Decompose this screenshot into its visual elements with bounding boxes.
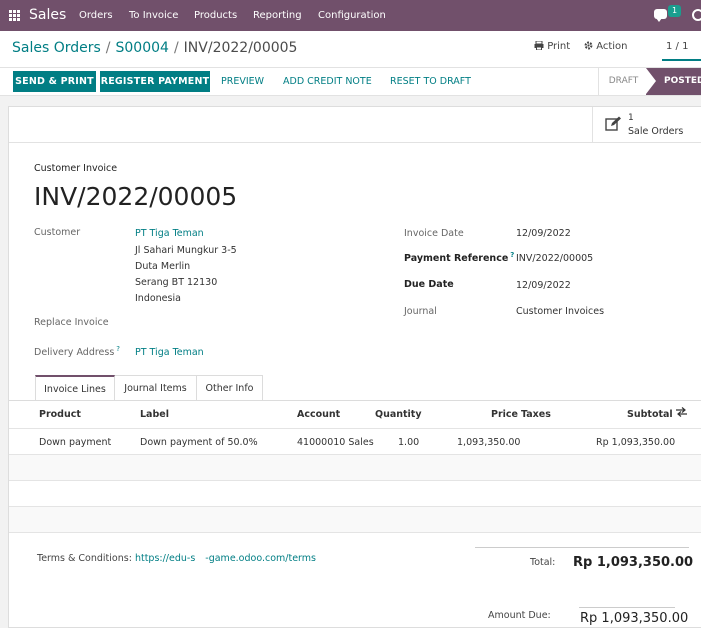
customer-label: Customer — [34, 227, 81, 238]
terms-link-part-1[interactable]: https://edu-s — [135, 553, 195, 564]
terms-link-part-2[interactable]: -game.odoo.com/terms — [205, 553, 316, 564]
column-price[interactable]: Price — [491, 409, 518, 420]
tab-invoice-lines[interactable]: Invoice Lines — [35, 375, 115, 401]
column-product[interactable]: Product — [39, 409, 81, 420]
menu-configuration[interactable]: Configuration — [318, 10, 386, 21]
help-icon[interactable]: ? — [510, 251, 514, 259]
print-icon — [534, 40, 544, 51]
action-label: Action — [596, 41, 628, 52]
invoice-number: INV/2022/00005 — [34, 182, 238, 211]
replace-invoice-label: Replace Invoice — [34, 317, 109, 328]
payment-reference-label-text: Payment Reference — [404, 253, 509, 265]
terms-conditions: Terms & Conditions: https://edu-s -game.o… — [37, 553, 316, 564]
address-line-3: Serang BT 12130 — [135, 277, 218, 288]
stage-posted: POSTED — [646, 68, 701, 95]
smart-button-label: Sale Orders — [628, 126, 684, 137]
row-quantity[interactable]: 1.00 — [398, 437, 419, 448]
journal-label: Journal — [404, 306, 437, 317]
control-panel: Sales Orders / S00004/INV/2022/00005 Print… — [0, 31, 701, 68]
reset-to-draft-button[interactable]: RESET TO DRAFT — [390, 71, 471, 92]
total-divider — [475, 547, 689, 548]
row-price[interactable]: 1,093,350.00 — [457, 437, 520, 448]
add-credit-note-button[interactable]: ADD CREDIT NOTE — [283, 71, 372, 92]
status-bar: SEND & PRINT REGISTER PAYMENT PREVIEW AD… — [0, 68, 701, 96]
column-subtotal[interactable]: Subtotal — [627, 409, 673, 420]
invoice-sheet: 1 Sale Orders Customer Invoice INV/2022/… — [8, 106, 701, 628]
action-button[interactable]: Action — [584, 41, 628, 52]
row-product[interactable]: Down payment — [39, 437, 111, 448]
row-label[interactable]: Down payment of 50.0% — [140, 437, 258, 448]
delivery-address-label: Delivery Address? — [34, 345, 120, 358]
chat-icon[interactable] — [654, 9, 667, 22]
menu-orders[interactable]: Orders — [79, 10, 113, 21]
empty-row — [9, 455, 701, 480]
smart-button-count: 1 — [628, 113, 634, 123]
menu-to-invoice[interactable]: To Invoice — [129, 10, 178, 21]
help-icon[interactable]: ? — [116, 345, 120, 353]
amount-due-divider — [579, 607, 675, 608]
amount-due-value: Rp 1,093,350.00 — [580, 611, 689, 626]
gear-icon — [584, 41, 593, 50]
tab-journal-items[interactable]: Journal Items — [115, 375, 197, 401]
table-row-divider — [9, 480, 701, 481]
sale-orders-smart-button[interactable]: 1 Sale Orders — [592, 107, 701, 142]
address-line-2: Duta Merlin — [135, 261, 191, 272]
tab-other-info[interactable]: Other Info — [197, 375, 263, 401]
due-date-value[interactable]: 12/09/2022 — [516, 280, 571, 291]
total-value: Rp 1,093,350.00 — [573, 555, 694, 570]
delivery-address-label-text: Delivery Address — [34, 347, 115, 359]
invoice-date-value[interactable]: 12/09/2022 — [516, 228, 571, 239]
row-subtotal: Rp 1,093,350.00 — [596, 437, 676, 448]
empty-row — [9, 507, 701, 532]
app-brand[interactable]: Sales — [29, 7, 66, 23]
column-taxes[interactable]: Taxes — [521, 409, 551, 420]
payment-reference-label: Payment Reference? — [404, 251, 514, 264]
address-line-1: Jl Sahari Mungkur 3-5 — [135, 245, 237, 256]
customer-link[interactable]: PT Tiga Teman — [135, 228, 204, 239]
address-line-4: Indonesia — [135, 293, 181, 304]
print-button[interactable]: Print — [534, 40, 571, 52]
preview-button[interactable]: PREVIEW — [221, 71, 264, 92]
invoice-date-label: Invoice Date — [404, 228, 464, 239]
breadcrumb-separator: / — [173, 40, 179, 56]
amount-due-label: Amount Due: — [488, 610, 551, 621]
print-label: Print — [547, 41, 571, 52]
breadcrumb-separator: / — [105, 40, 111, 56]
column-quantity[interactable]: Quantity — [375, 409, 422, 420]
app-menu-icon[interactable] — [9, 10, 20, 21]
tab-underline — [9, 400, 701, 401]
column-label[interactable]: Label — [140, 409, 169, 420]
total-label: Total: — [530, 557, 556, 568]
due-date-label: Due Date — [404, 279, 454, 290]
terms-label: Terms & Conditions: — [37, 553, 132, 564]
send-print-button[interactable]: SEND & PRINT — [13, 71, 96, 92]
breadcrumb-current: INV/2022/00005 — [183, 40, 298, 56]
stage-posted-label: POSTED — [664, 76, 701, 86]
chat-count-badge: 1 — [668, 5, 681, 17]
breadcrumb: Sales Orders / S00004/INV/2022/00005 — [12, 40, 297, 56]
divider — [9, 142, 701, 143]
delivery-address-link[interactable]: PT Tiga Teman — [135, 347, 204, 358]
edit-icon — [605, 116, 621, 131]
menu-products[interactable]: Products — [194, 10, 237, 21]
table-header-divider — [9, 428, 701, 429]
row-account[interactable]: 41000010 Sales — [297, 437, 374, 448]
pager-underline — [662, 59, 701, 61]
table-row-divider — [9, 532, 701, 533]
top-navbar: Sales Orders To Invoice Products Reporti… — [0, 0, 701, 31]
breadcrumb-sales-orders[interactable]: Sales Orders — [12, 40, 101, 56]
payment-reference-value[interactable]: INV/2022/00005 — [516, 253, 593, 264]
breadcrumb-order[interactable]: S00004 — [116, 40, 169, 56]
invoice-type-label: Customer Invoice — [34, 163, 118, 174]
stage-draft: DRAFT — [598, 68, 648, 95]
journal-value[interactable]: Customer Invoices — [516, 306, 604, 317]
column-settings-icon[interactable] — [676, 407, 687, 417]
column-account[interactable]: Account — [297, 409, 340, 420]
register-payment-button[interactable]: REGISTER PAYMENT — [100, 71, 210, 92]
pager-value[interactable]: 1 / 1 — [666, 41, 688, 52]
activity-clock-icon[interactable] — [692, 9, 701, 21]
menu-reporting[interactable]: Reporting — [253, 10, 302, 21]
